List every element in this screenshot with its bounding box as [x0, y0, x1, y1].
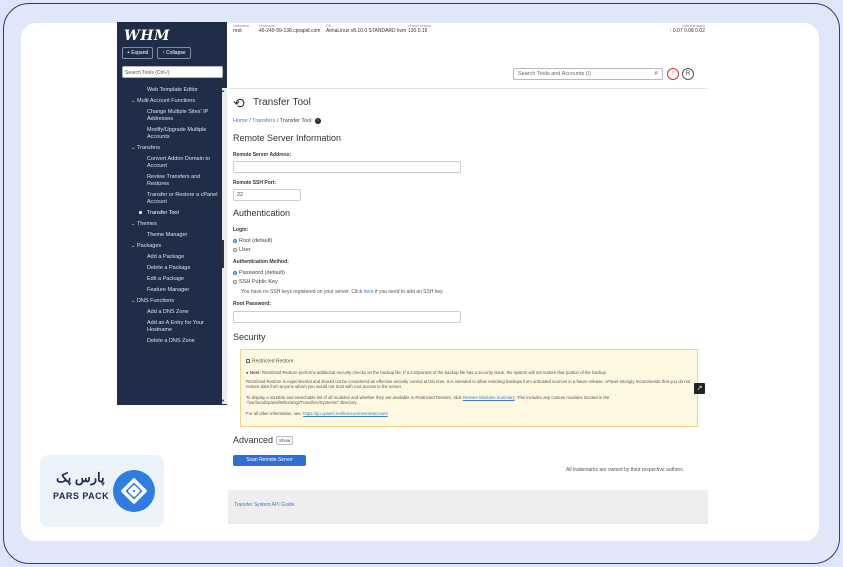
- sidebar-item-review-transfers[interactable]: Review Transfers and Restores: [117, 172, 223, 190]
- sidebar-section-dns[interactable]: ⌄ DNS Functions: [117, 296, 223, 307]
- whm-sidebar: WHM + Expand ↑ Collapse Search Tools (Ct…: [117, 22, 227, 405]
- authentication-heading: Authentication: [233, 208, 291, 218]
- ssh-port-input[interactable]: 22: [233, 189, 301, 201]
- add-ssh-key-link[interactable]: here: [364, 289, 374, 295]
- user-menu-button[interactable]: R: [682, 68, 694, 80]
- root-password-label: Root Password:: [233, 301, 272, 307]
- note-line-3: To display a sortable and searchable lis…: [246, 395, 610, 405]
- sidebar-section-multi-account[interactable]: ⌄ Multi Account Functions: [117, 96, 223, 107]
- advanced-heading: Advanced Show: [233, 435, 294, 446]
- username-value: root: [233, 28, 242, 34]
- note-line-4: For all other information, see: https://…: [246, 411, 388, 416]
- remote-server-heading: Remote Server Information: [233, 133, 342, 143]
- checkbox-icon: [246, 359, 250, 363]
- sidebar-nav: Web Template Editor ⌄ Multi Account Funct…: [117, 85, 223, 347]
- method-ssh-radio[interactable]: SSH Public Key: [233, 279, 278, 285]
- notifications-button[interactable]: !: [667, 68, 679, 80]
- restore-modules-summary-link[interactable]: Restore Modules Summary: [463, 395, 515, 400]
- search-tools-accounts-input[interactable]: Search Tools and Accounts (/) ⌕: [513, 68, 663, 80]
- sidebar-item-transfer-tool[interactable]: Transfer Tool: [117, 208, 223, 219]
- sidebar-section-themes[interactable]: ⌄ Themes: [117, 219, 223, 230]
- restricted-restore-checkbox[interactable]: Restricted Restore: [246, 359, 293, 364]
- security-heading: Security: [233, 332, 266, 342]
- login-label: Login:: [233, 227, 249, 233]
- hostname-value: 46-249-99-138.cprapid.com: [259, 28, 321, 34]
- method-password-radio[interactable]: Password (default): [233, 270, 285, 276]
- search-icon[interactable]: ⌕: [654, 70, 658, 78]
- sidebar-item-add-package[interactable]: Add a Package: [117, 252, 223, 263]
- sidebar-item-add-dns-zone[interactable]: Add a DNS Zone: [117, 307, 223, 318]
- whm-logo: WHM: [124, 28, 170, 44]
- sidebar-item-web-template-editor[interactable]: Web Template Editor: [117, 85, 223, 96]
- active-dot-icon: [139, 211, 142, 215]
- show-advanced-button[interactable]: Show: [276, 436, 294, 446]
- remote-address-input[interactable]: [233, 161, 461, 173]
- chart-icon[interactable]: ↗: [694, 383, 705, 394]
- scroll-down-icon[interactable]: ▼: [221, 398, 225, 403]
- auth-method-label: Authentication Method:: [233, 259, 289, 265]
- parspack-logo-icon: [113, 470, 155, 512]
- insecure-restore-link[interactable]: https://go.cpanel.net/insecurerestoreacc…: [303, 411, 388, 416]
- transfer-tool-icon: ⟲: [233, 95, 245, 111]
- login-root-radio[interactable]: Root (default): [233, 238, 272, 244]
- page-footer: Transfer System API Guide: [228, 490, 708, 524]
- parspack-fa-text: پارس پک: [56, 470, 105, 485]
- sidebar-item-delete-dns-zone[interactable]: Delete a DNS Zone: [117, 336, 223, 347]
- page-title: Transfer Tool: [253, 97, 311, 108]
- scroll-up-icon[interactable]: ▲: [221, 88, 225, 93]
- root-password-input[interactable]: [233, 311, 461, 323]
- scan-remote-server-button[interactable]: Scan Remote Server: [233, 455, 306, 466]
- radio-icon: [233, 247, 237, 252]
- ssh-port-label: Remote SSH Port:: [233, 180, 277, 186]
- sidebar-item-feature-manager[interactable]: Feature Manager: [117, 285, 223, 296]
- login-user-radio[interactable]: User: [233, 247, 251, 253]
- radio-selected-icon: [233, 238, 237, 243]
- sidebar-item-delete-package[interactable]: Delete a Package: [117, 263, 223, 274]
- crumb-home[interactable]: Home: [233, 118, 248, 124]
- remote-address-label: Remote Server Address:: [233, 152, 292, 158]
- parspack-en-text: PARS PACK: [53, 491, 110, 501]
- parspack-watermark: پارس پک PARS PACK: [40, 455, 164, 527]
- sidebar-item-add-a-entry[interactable]: Add an A Entry for Your Hostname: [117, 318, 223, 336]
- search-tools-input[interactable]: Search Tools (Ctrl-/): [122, 66, 223, 78]
- sidebar-item-convert-addon[interactable]: Convert Addon Domain to Account: [117, 154, 223, 172]
- crumb-current: Transfer Tool: [279, 118, 312, 124]
- ssh-key-note: You have no SSH keys registered on your …: [241, 289, 444, 295]
- sidebar-scroll-thumb[interactable]: [222, 240, 224, 268]
- collapse-button[interactable]: ↑ Collapse: [157, 47, 191, 59]
- sidebar-item-modify-upgrade[interactable]: Modify/Upgrade Multiple Accounts: [117, 125, 223, 143]
- cpanel-version-value: 130.0.16: [408, 28, 428, 34]
- sidebar-item-theme-manager[interactable]: Theme Manager: [117, 230, 223, 241]
- expand-button[interactable]: + Expand: [122, 47, 154, 59]
- load-values: ↑ 0.07 0.08 0.02: [669, 28, 705, 34]
- os-value: AlmaLinux v8.10.0 STANDARD kvm: [326, 28, 407, 34]
- info-icon: ●: [246, 370, 249, 375]
- help-icon[interactable]: ?: [315, 118, 322, 124]
- crumb-transfers[interactable]: Transfers: [252, 118, 275, 124]
- header-divider: [229, 88, 707, 89]
- restricted-restore-box: Restricted Restore ● Note: Restricted Re…: [240, 349, 698, 427]
- breadcrumb: Home / Transfers / Transfer Tool ?: [233, 118, 322, 124]
- arrow-up-icon: ↑: [669, 28, 672, 34]
- sidebar-item-edit-package[interactable]: Edit a Package: [117, 274, 223, 285]
- note-line-2: Restricted Restore is experimental and s…: [246, 379, 691, 389]
- api-guide-link[interactable]: Transfer System API Guide: [234, 502, 294, 508]
- sidebar-item-change-ip[interactable]: Change Multiple Sites' IP Addresses: [117, 107, 223, 125]
- sidebar-item-transfer-restore[interactable]: Transfer or Restore a cPanel Account: [117, 190, 223, 208]
- sidebar-section-transfers[interactable]: ⌄ Transfers: [117, 143, 223, 154]
- radio-icon: [233, 279, 237, 284]
- sidebar-section-packages[interactable]: ⌄ Packages: [117, 241, 223, 252]
- note-line-1: ● Note: Restricted Restore performs addi…: [246, 370, 608, 375]
- radio-selected-icon: [233, 270, 237, 275]
- trademark-text: All trademarks are owned by their respec…: [566, 467, 685, 473]
